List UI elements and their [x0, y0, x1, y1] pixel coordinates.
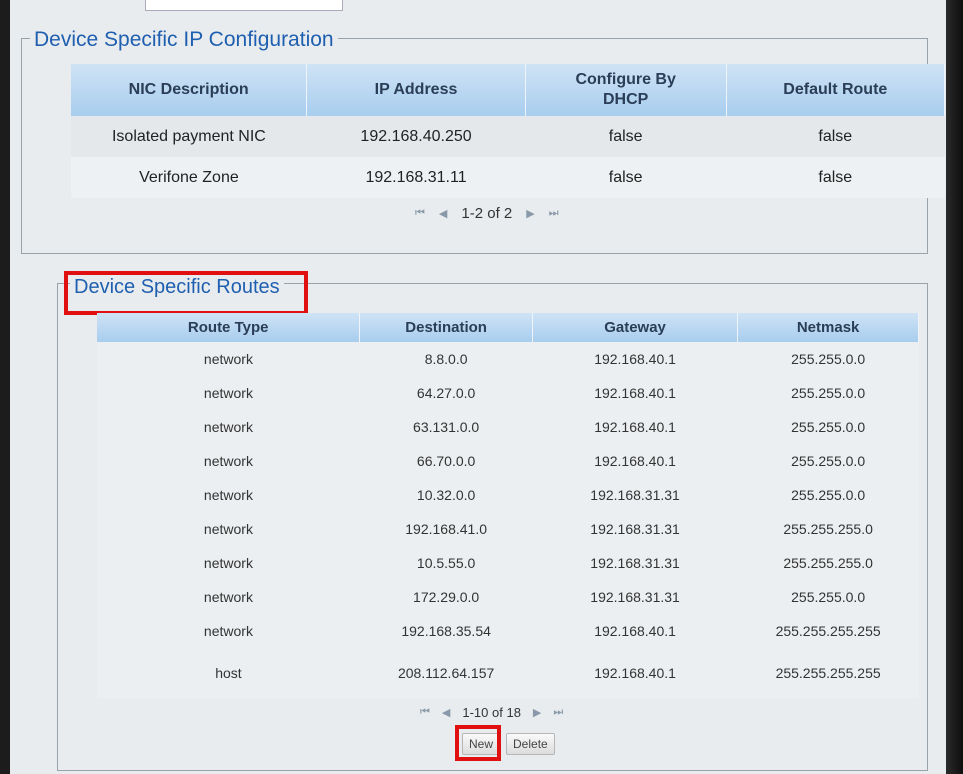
- column-header-ip-address[interactable]: IP Address: [306, 64, 526, 116]
- table-row[interactable]: network 192.168.35.54 192.168.40.1 255.2…: [97, 614, 919, 648]
- netmask-cell: 255.255.0.0: [737, 410, 919, 444]
- table-row[interactable]: Verifone Zone 192.168.31.11 false false: [71, 157, 945, 198]
- ip-config-table: NIC Description IP Address Configure By …: [71, 64, 946, 198]
- highlight-box-new-button: [455, 725, 501, 761]
- table-header-row: Route Type Destination Gateway Netmask: [97, 313, 919, 342]
- route-type-cell: network: [97, 614, 360, 648]
- routes-table: Route Type Destination Gateway Netmask n…: [97, 313, 919, 698]
- default-route-cell: false: [726, 157, 945, 198]
- first-page-icon[interactable]: ⏮: [420, 706, 430, 719]
- gateway-cell: 192.168.40.1: [532, 376, 738, 410]
- netmask-cell: 255.255.255.0: [737, 546, 919, 580]
- netmask-cell: 255.255.0.0: [737, 580, 919, 614]
- destination-cell: 192.168.35.54: [359, 614, 533, 648]
- route-type-cell: network: [97, 580, 360, 614]
- netmask-cell: 255.255.0.0: [737, 478, 919, 512]
- gateway-cell: 192.168.31.31: [532, 546, 738, 580]
- route-type-cell: network: [97, 376, 360, 410]
- table-row[interactable]: network 192.168.41.0 192.168.31.31 255.2…: [97, 512, 919, 546]
- gateway-cell: 192.168.31.31: [532, 478, 738, 512]
- destination-cell: 64.27.0.0: [359, 376, 533, 410]
- route-type-cell: network: [97, 410, 360, 444]
- destination-cell: 172.29.0.0: [359, 580, 533, 614]
- route-type-cell: host: [97, 648, 360, 698]
- netmask-cell: 255.255.0.0: [737, 444, 919, 478]
- last-page-icon[interactable]: ⏭: [553, 706, 563, 719]
- column-header-netmask[interactable]: Netmask: [737, 313, 919, 342]
- table-row[interactable]: network 172.29.0.0 192.168.31.31 255.255…: [97, 580, 919, 614]
- table-row[interactable]: host 208.112.64.157 192.168.40.1 255.255…: [97, 648, 919, 698]
- highlight-box-routes-legend: [64, 271, 308, 315]
- column-header-nic-description[interactable]: NIC Description: [71, 64, 308, 116]
- previous-page-icon[interactable]: ◀: [439, 207, 447, 220]
- netmask-cell: 255.255.255.255: [737, 614, 919, 648]
- ip-config-pager: ⏮ ◀ 1-2 of 2 ▶ ⏭: [415, 205, 559, 222]
- default-route-cell: false: [726, 116, 945, 157]
- ip-address-cell: 192.168.31.11: [306, 157, 526, 198]
- column-header-destination[interactable]: Destination: [359, 313, 533, 342]
- table-row[interactable]: network 10.5.55.0 192.168.31.31 255.255.…: [97, 546, 919, 580]
- nic-description-cell: Isolated payment NIC: [71, 116, 307, 157]
- delete-route-button[interactable]: Delete: [506, 733, 555, 755]
- destination-cell: 208.112.64.157: [359, 648, 533, 698]
- column-header-route-type[interactable]: Route Type: [97, 313, 361, 342]
- table-row[interactable]: network 64.27.0.0 192.168.40.1 255.255.0…: [97, 376, 919, 410]
- nic-description-cell: Verifone Zone: [71, 157, 307, 198]
- configure-by-dhcp-cell: false: [525, 157, 727, 198]
- monitor-bezel: [946, 0, 963, 774]
- gateway-cell: 192.168.40.1: [532, 444, 738, 478]
- gateway-cell: 192.168.40.1: [532, 342, 738, 376]
- table-row[interactable]: network 63.131.0.0 192.168.40.1 255.255.…: [97, 410, 919, 444]
- destination-cell: 10.5.55.0: [359, 546, 533, 580]
- page-range-text: 1-2 of 2: [461, 205, 513, 222]
- configure-by-dhcp-cell: false: [525, 116, 727, 157]
- netmask-cell: 255.255.255.0: [737, 512, 919, 546]
- gateway-cell: 192.168.31.31: [532, 580, 738, 614]
- route-type-cell: network: [97, 342, 360, 376]
- gateway-cell: 192.168.40.1: [532, 410, 738, 444]
- netmask-cell: 255.255.0.0: [737, 376, 919, 410]
- destination-cell: 66.70.0.0: [359, 444, 533, 478]
- table-header-row: NIC Description IP Address Configure By …: [71, 64, 946, 116]
- routes-pager: ⏮ ◀ 1-10 of 18 ▶ ⏭: [420, 705, 563, 720]
- destination-cell: 8.8.0.0: [359, 342, 533, 376]
- column-header-gateway[interactable]: Gateway: [532, 313, 739, 342]
- destination-cell: 10.32.0.0: [359, 478, 533, 512]
- next-page-icon[interactable]: ▶: [533, 706, 541, 719]
- last-page-icon[interactable]: ⏭: [549, 207, 559, 220]
- gateway-cell: 192.168.40.1: [532, 648, 738, 698]
- first-page-icon[interactable]: ⏮: [415, 207, 425, 220]
- ip-config-legend: Device Specific IP Configuration: [30, 28, 338, 52]
- table-row[interactable]: network 8.8.0.0 192.168.40.1 255.255.0.0: [97, 342, 919, 376]
- table-row[interactable]: network 66.70.0.0 192.168.40.1 255.255.0…: [97, 444, 919, 478]
- destination-cell: 192.168.41.0: [359, 512, 533, 546]
- gateway-cell: 192.168.40.1: [532, 614, 738, 648]
- top-input-field[interactable]: [145, 0, 343, 11]
- route-type-cell: network: [97, 546, 360, 580]
- column-header-configure-by-dhcp[interactable]: Configure By DHCP: [525, 64, 727, 116]
- route-type-cell: network: [97, 444, 360, 478]
- netmask-cell: 255.255.255.255: [737, 648, 919, 698]
- gateway-cell: 192.168.31.31: [532, 512, 738, 546]
- table-row[interactable]: network 10.32.0.0 192.168.31.31 255.255.…: [97, 478, 919, 512]
- page-range-text: 1-10 of 18: [462, 705, 521, 720]
- route-type-cell: network: [97, 512, 360, 546]
- column-header-default-route[interactable]: Default Route: [726, 64, 946, 116]
- previous-page-icon[interactable]: ◀: [442, 706, 450, 719]
- table-row[interactable]: Isolated payment NIC 192.168.40.250 fals…: [71, 116, 945, 157]
- ip-address-cell: 192.168.40.250: [306, 116, 526, 157]
- netmask-cell: 255.255.0.0: [737, 342, 919, 376]
- destination-cell: 63.131.0.0: [359, 410, 533, 444]
- next-page-icon[interactable]: ▶: [526, 207, 534, 220]
- route-type-cell: network: [97, 478, 360, 512]
